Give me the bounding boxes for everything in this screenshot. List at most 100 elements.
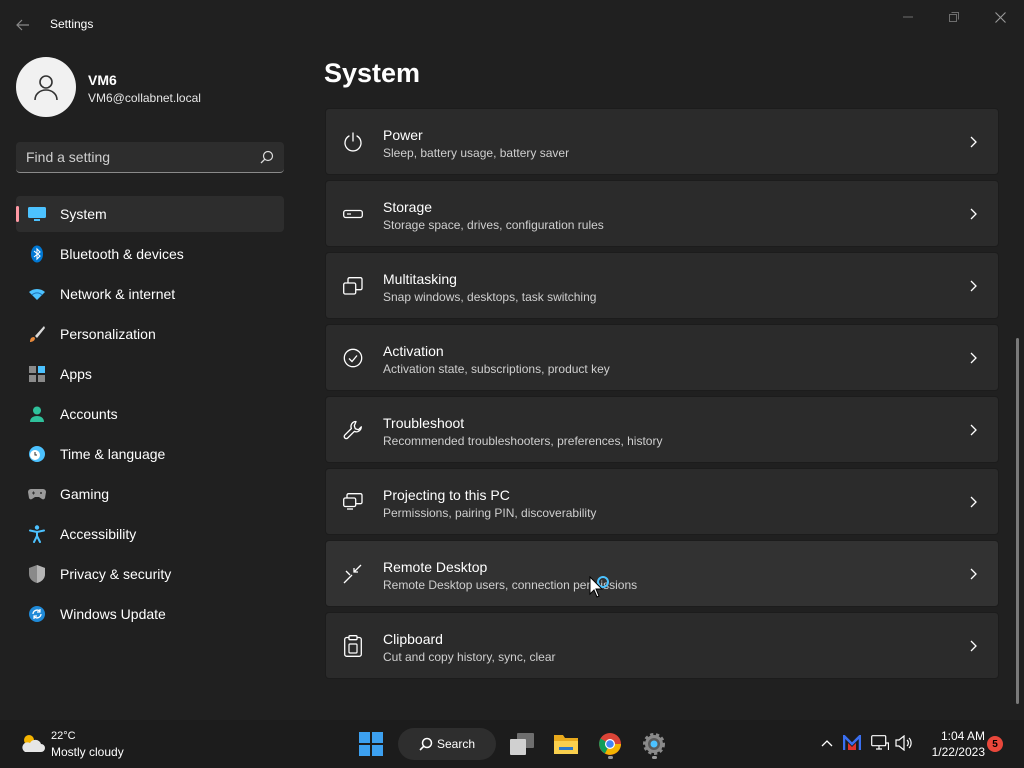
card-title: Clipboard [383,631,443,647]
card-activation[interactable]: Activation Activation state, subscriptio… [325,324,999,391]
back-button[interactable] [10,12,36,38]
chevron-right-icon [970,424,977,436]
file-explorer-button[interactable] [548,728,584,760]
windows-logo-icon [359,732,383,756]
sidebar-item-system[interactable]: System [16,196,284,232]
start-button[interactable] [353,728,389,760]
restore-icon [949,12,959,22]
search-input[interactable] [26,148,246,166]
power-icon [342,131,364,153]
wrench-icon [342,419,364,441]
search-icon [419,737,433,751]
card-multitasking[interactable]: Multitasking Snap windows, desktops, tas… [325,252,999,319]
chevron-right-icon [970,280,977,292]
card-projecting[interactable]: Projecting to this PC Permissions, pairi… [325,468,999,535]
card-description: Permissions, pairing PIN, discoverabilit… [383,506,597,520]
update-icon [28,605,46,623]
sidebar-item-bluetooth[interactable]: Bluetooth & devices [16,236,284,272]
mouse-cursor-icon [589,576,609,598]
person-icon [34,75,58,101]
minimize-button[interactable] [886,6,930,28]
search-box[interactable] [16,142,284,173]
sidebar-item-label: System [60,206,107,222]
card-storage[interactable]: Storage Storage space, drives, configura… [325,180,999,247]
card-remote-desktop[interactable]: Remote Desktop Remote Desktop users, con… [325,540,999,607]
back-arrow-icon [16,19,29,31]
projecting-icon [342,491,364,513]
sidebar-nav: System Bluetooth & devices Network & int… [16,196,284,636]
clock-globe-icon [28,445,46,463]
card-description: Recommended troubleshooters, preferences… [383,434,663,448]
account-person-icon [28,405,46,423]
card-power[interactable]: Power Sleep, battery usage, battery save… [325,108,999,175]
sidebar-item-accessibility[interactable]: Accessibility [16,516,284,552]
clock-time[interactable]: 1:04 AM [925,729,985,743]
clipboard-icon [342,635,364,657]
chevron-right-icon [970,496,977,508]
accessibility-icon [28,525,46,543]
sidebar-item-label: Gaming [60,486,110,502]
tray-app-button[interactable] [843,734,861,752]
sidebar-item-time-language[interactable]: Time & language [16,436,284,472]
network-status-button[interactable] [871,734,889,752]
card-title: Power [383,127,423,143]
clock-date[interactable]: 1/22/2023 [918,745,985,759]
chevron-up-icon [821,740,833,747]
card-title: Remote Desktop [383,559,488,575]
maximize-button[interactable] [932,6,976,28]
sidebar-item-windows-update[interactable]: Windows Update [16,596,284,632]
chevron-right-icon [970,136,977,148]
card-title: Multitasking [383,271,457,287]
card-title: Activation [383,343,444,359]
card-clipboard[interactable]: Clipboard Cut and copy history, sync, cl… [325,612,999,679]
sidebar-item-personalization[interactable]: Personalization [16,316,284,352]
minimize-icon [903,16,913,18]
card-description: Storage space, drives, configuration rul… [383,218,604,232]
show-hidden-icons-button[interactable] [818,734,836,752]
weather-temperature: 22°C [51,730,76,742]
sidebar-item-gaming[interactable]: Gaming [16,476,284,512]
running-indicator [652,756,657,759]
avatar[interactable] [16,57,76,117]
task-view-icon [510,733,534,755]
taskbar-search-button[interactable]: Search [398,728,496,760]
sidebar-item-apps[interactable]: Apps [16,356,284,392]
check-circle-icon [342,347,364,369]
close-icon [994,11,1006,23]
folder-icon [554,735,578,754]
card-description: Sleep, battery usage, battery saver [383,146,570,160]
gamepad-icon [28,485,46,503]
network-icon [871,735,889,750]
multitasking-icon [342,275,364,297]
search-icon[interactable] [260,150,274,164]
chevron-right-icon [970,208,977,220]
card-title: Projecting to this PC [383,487,510,503]
close-button[interactable] [978,6,1022,28]
cloud-sun-icon[interactable] [18,732,46,754]
settings-card-list: Power Sleep, battery usage, battery save… [325,108,999,684]
apps-icon [28,365,46,383]
volume-button[interactable] [895,734,913,752]
sidebar-item-privacy[interactable]: Privacy & security [16,556,284,592]
sidebar-item-network[interactable]: Network & internet [16,276,284,312]
monitor-icon [28,205,46,223]
notification-badge[interactable]: 5 [987,736,1003,752]
settings-app-button[interactable] [636,728,672,760]
sidebar-item-label: Bluetooth & devices [60,246,184,262]
brush-icon [28,325,46,343]
gear-icon [643,733,665,755]
sidebar-item-accounts[interactable]: Accounts [16,396,284,432]
card-title: Troubleshoot [383,415,465,431]
card-description: Activation state, subscriptions, product… [383,362,610,376]
task-view-button[interactable] [504,728,540,760]
app-title: Settings [50,17,94,31]
scrollbar-thumb[interactable] [1016,338,1019,704]
chevron-right-icon [970,352,977,364]
card-troubleshoot[interactable]: Troubleshoot Recommended troubleshooters… [325,396,999,463]
shield-icon [28,565,46,583]
taskbar-search-label: Search [436,737,476,751]
sidebar-item-label: Network & internet [60,286,176,302]
chrome-button[interactable] [592,728,628,760]
card-title: Storage [383,199,433,215]
wifi-icon [28,285,46,303]
